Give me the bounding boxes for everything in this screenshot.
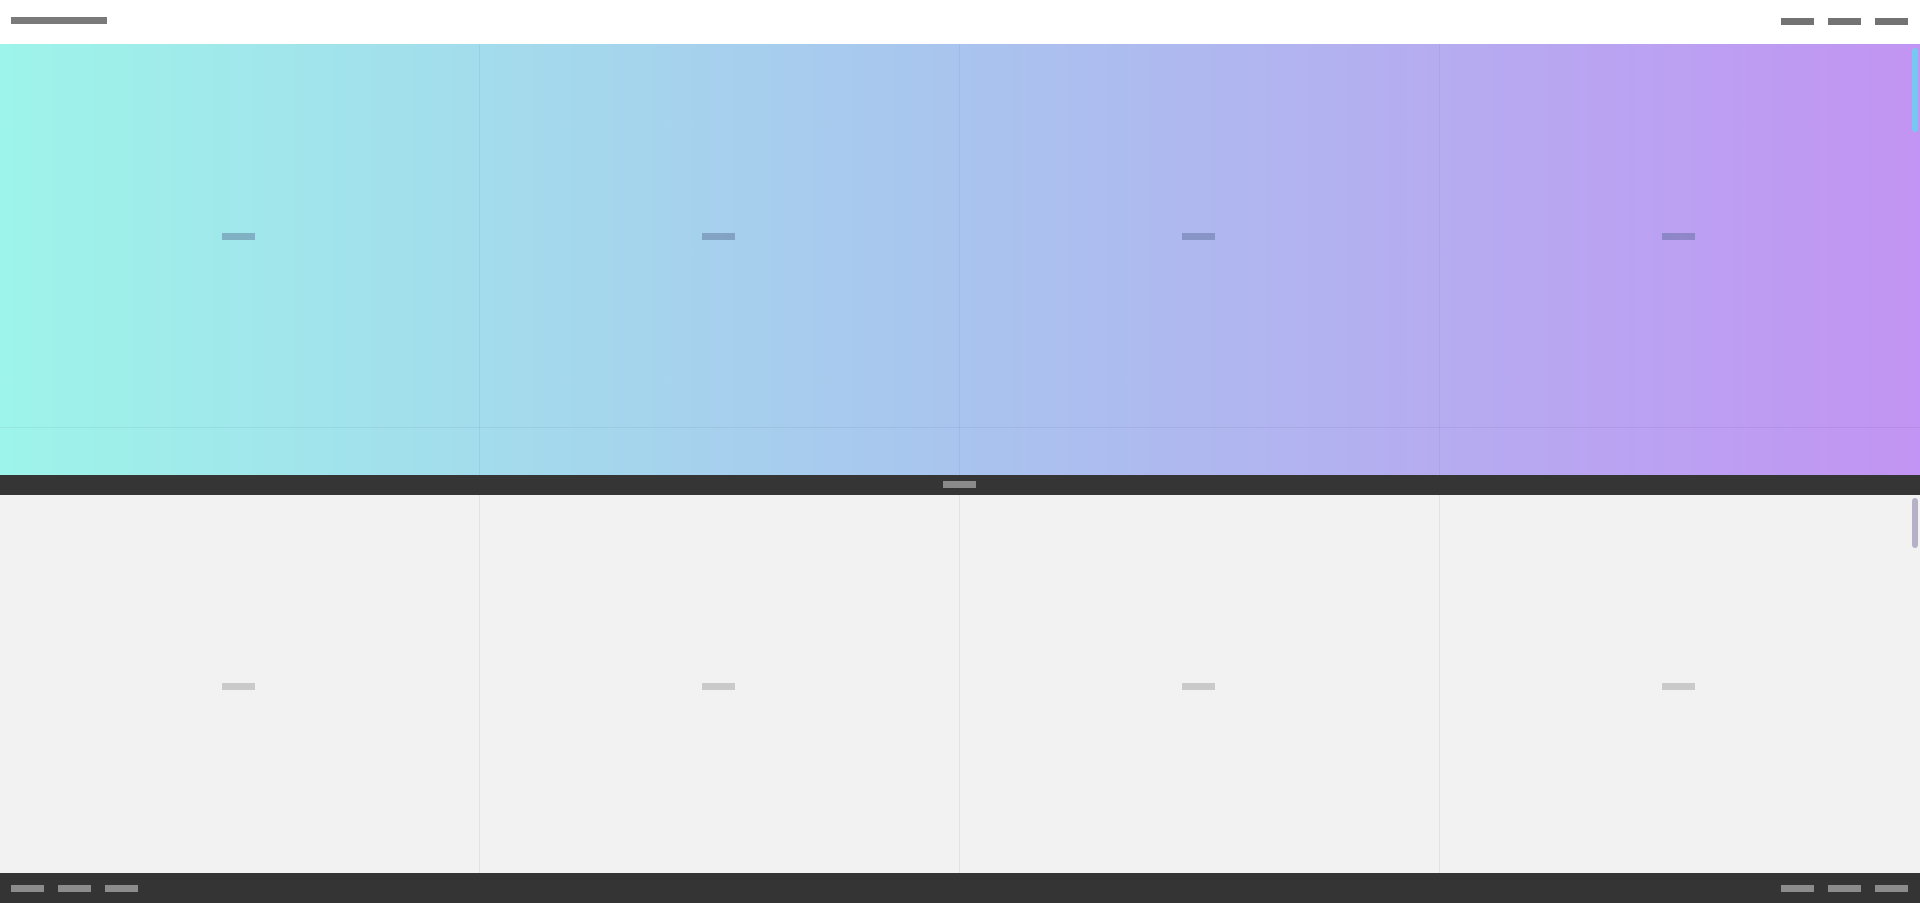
top-pane-divider [0, 427, 1920, 428]
bottom-pane-column-2-label [702, 683, 735, 690]
bottom-pane-scrollbar[interactable] [1912, 498, 1918, 548]
bottom-pane-column-4[interactable] [1440, 495, 1920, 873]
bottom-pane-column-3-label [1182, 683, 1215, 690]
top-pane-column-4[interactable] [1440, 44, 1920, 475]
bottom-pane-column-2[interactable] [480, 495, 960, 873]
header-nav [1781, 18, 1908, 25]
top-pane-column-4-label [1662, 233, 1695, 240]
top-pane-column-1[interactable] [0, 44, 480, 475]
brand-logo[interactable] [11, 17, 107, 24]
bottom-pane [0, 495, 1920, 873]
drag-handle-icon[interactable] [943, 481, 976, 488]
footer-left-item-3[interactable] [105, 885, 138, 892]
nav-item-2[interactable] [1828, 18, 1861, 25]
footer-right-item-2[interactable] [1828, 885, 1861, 892]
bottom-pane-column-1[interactable] [0, 495, 480, 873]
footer-right-item-3[interactable] [1875, 885, 1908, 892]
top-pane-column-2[interactable] [480, 44, 960, 475]
footer-right-group [1781, 885, 1908, 892]
top-pane-column-2-label [702, 233, 735, 240]
bottom-pane-grid [0, 495, 1920, 873]
bottom-pane-column-1-label [222, 683, 255, 690]
top-pane-scrollbar[interactable] [1912, 48, 1918, 132]
nav-item-3[interactable] [1875, 18, 1908, 25]
pane-splitter[interactable] [0, 475, 1920, 495]
top-pane-column-3[interactable] [960, 44, 1440, 475]
app-footer [0, 873, 1920, 903]
bottom-pane-column-3[interactable] [960, 495, 1440, 873]
app-header [0, 0, 1920, 45]
footer-left-group [11, 885, 138, 892]
bottom-pane-column-4-label [1662, 683, 1695, 690]
top-pane-grid [0, 44, 1920, 475]
footer-left-item-2[interactable] [58, 885, 91, 892]
footer-right-item-1[interactable] [1781, 885, 1814, 892]
top-pane-column-1-label [222, 233, 255, 240]
top-pane-column-3-label [1182, 233, 1215, 240]
footer-left-item-1[interactable] [11, 885, 44, 892]
top-pane [0, 44, 1920, 475]
nav-item-1[interactable] [1781, 18, 1814, 25]
